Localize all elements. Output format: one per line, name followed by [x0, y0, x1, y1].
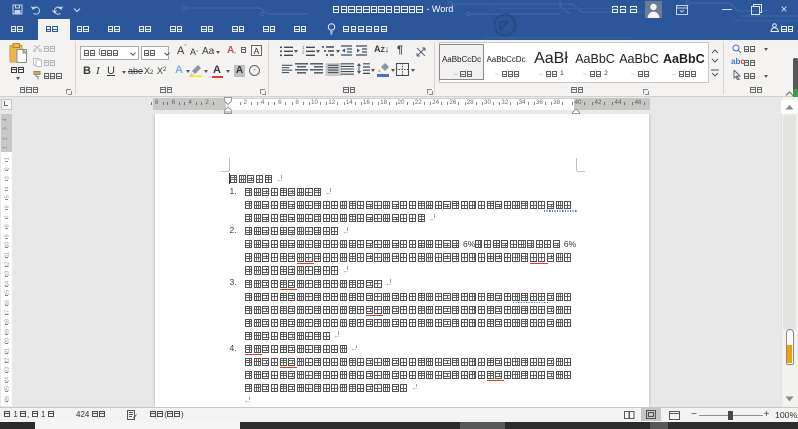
svg-text:2: 2 [302, 50, 305, 55]
